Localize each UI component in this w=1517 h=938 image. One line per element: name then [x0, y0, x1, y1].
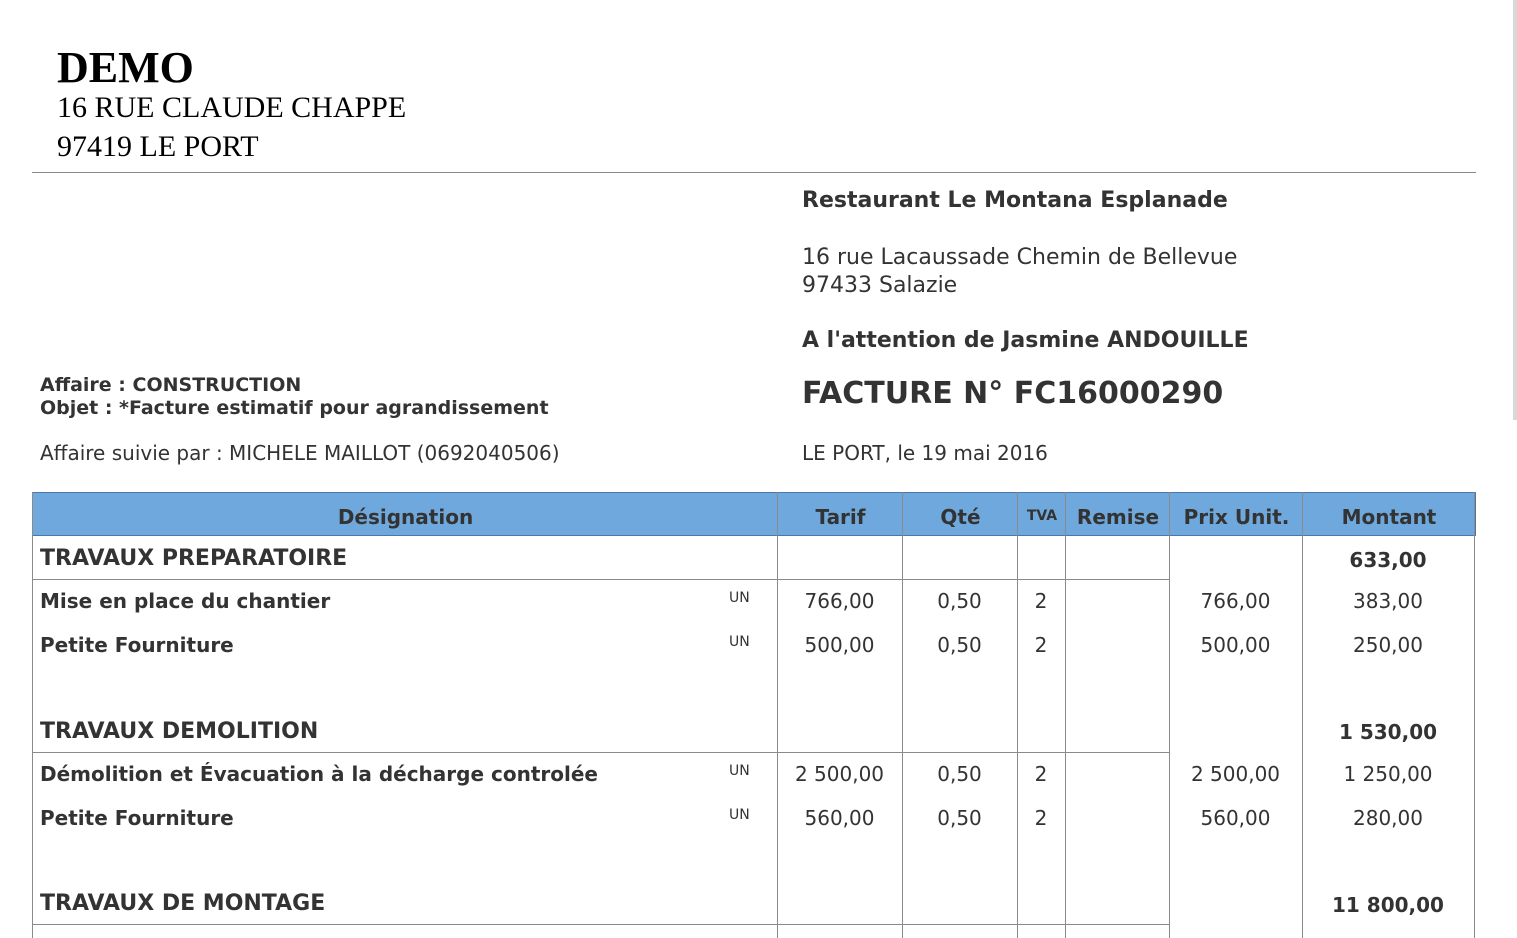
col-divider — [1017, 492, 1018, 938]
item-tva: 2 — [1034, 589, 1048, 613]
company-address-line1: 16 RUE CLAUDE CHAPPE — [57, 91, 407, 124]
table-border-right — [1474, 492, 1475, 938]
section-title: TRAVAUX DEMOLITION — [40, 719, 319, 744]
item-designation: Mise en place du chantier — [40, 589, 331, 613]
header-remise: Remise — [1076, 505, 1160, 529]
section-total: 11 800,00 — [1332, 893, 1444, 917]
item-tva: 2 — [1034, 633, 1048, 657]
item-montant: 280,00 — [1353, 806, 1423, 830]
item-prix-unit: 560,00 — [1200, 806, 1271, 830]
section-title: TRAVAUX DE MONTAGE — [40, 891, 326, 916]
item-unit: UN — [729, 763, 750, 779]
header-designation: Désignation — [337, 505, 474, 529]
affaire-block: Affaire : CONSTRUCTION Objet : *Facture … — [40, 374, 549, 420]
section-total: 1 530,00 — [1338, 720, 1438, 744]
invoice-date: LE PORT, le 19 mai 2016 — [802, 441, 1048, 465]
item-unit: UN — [729, 807, 750, 823]
table-border-left — [32, 492, 33, 938]
item-designation: Petite Fourniture — [40, 806, 234, 830]
item-prix-unit: 500,00 — [1200, 633, 1271, 657]
header-divider — [32, 172, 1476, 173]
item-tarif: 500,00 — [804, 633, 875, 657]
item-designation: Démolition et Évacuation à la décharge c… — [40, 762, 598, 786]
header-qte: Qté — [940, 505, 981, 529]
affaire-line: Affaire : CONSTRUCTION — [40, 374, 302, 396]
client-address-line2: 97433 Salazie — [802, 273, 958, 298]
item-designation: Petite Fourniture — [40, 633, 234, 657]
client-attention: A l'attention de Jasmine ANDOUILLE — [802, 328, 1249, 353]
item-unit: UN — [729, 590, 750, 606]
item-montant: 383,00 — [1353, 589, 1423, 613]
scrollbar-edge[interactable] — [1513, 0, 1517, 420]
item-tva: 2 — [1034, 806, 1048, 830]
item-tarif: 766,00 — [804, 589, 875, 613]
item-prix-unit: 2 500,00 — [1190, 762, 1281, 786]
item-montant: 250,00 — [1353, 633, 1423, 657]
objet-line: Objet : *Facture estimatif pour agrandis… — [40, 397, 549, 419]
client-address-line1: 16 rue Lacaussade Chemin de Bellevue — [802, 245, 1238, 270]
item-qte: 0,50 — [937, 806, 982, 830]
company-name: DEMO — [57, 43, 194, 92]
header-tva: TVA — [1026, 508, 1058, 524]
client-name: Restaurant Le Montana Esplanade — [802, 188, 1228, 213]
col-divider — [902, 492, 903, 938]
item-tarif: 2 500,00 — [794, 762, 885, 786]
header-tarif: Tarif — [815, 505, 866, 529]
company-address-line2: 97419 LE PORT — [57, 130, 259, 163]
affaire-suivi: Affaire suivie par : MICHELE MAILLOT (06… — [40, 441, 560, 465]
item-qte: 0,50 — [937, 633, 982, 657]
item-prix-unit: 766,00 — [1200, 589, 1271, 613]
section-total: 633,00 — [1349, 548, 1427, 572]
col-divider — [1169, 492, 1170, 938]
item-unit: UN — [729, 634, 750, 650]
item-montant: 1 250,00 — [1343, 762, 1433, 786]
item-qte: 0,50 — [937, 589, 982, 613]
table-header: Désignation Tarif Qté TVA Remise Prix Un… — [32, 492, 1476, 536]
item-tva: 2 — [1034, 762, 1048, 786]
header-montant: Montant — [1341, 505, 1437, 529]
item-tarif: 560,00 — [804, 806, 875, 830]
section-divider — [32, 579, 1169, 580]
header-prix-unit: Prix Unit. — [1183, 505, 1290, 529]
invoice-table: Désignation Tarif Qté TVA Remise Prix Un… — [32, 492, 1476, 938]
section-divider — [32, 924, 1169, 925]
col-divider — [1065, 492, 1066, 938]
invoice-title: FACTURE N° FC16000290 — [802, 376, 1224, 411]
item-qte: 0,50 — [937, 762, 982, 786]
col-divider — [777, 492, 778, 938]
section-title: TRAVAUX PREPARATOIRE — [40, 546, 348, 571]
section-divider — [32, 752, 1169, 753]
